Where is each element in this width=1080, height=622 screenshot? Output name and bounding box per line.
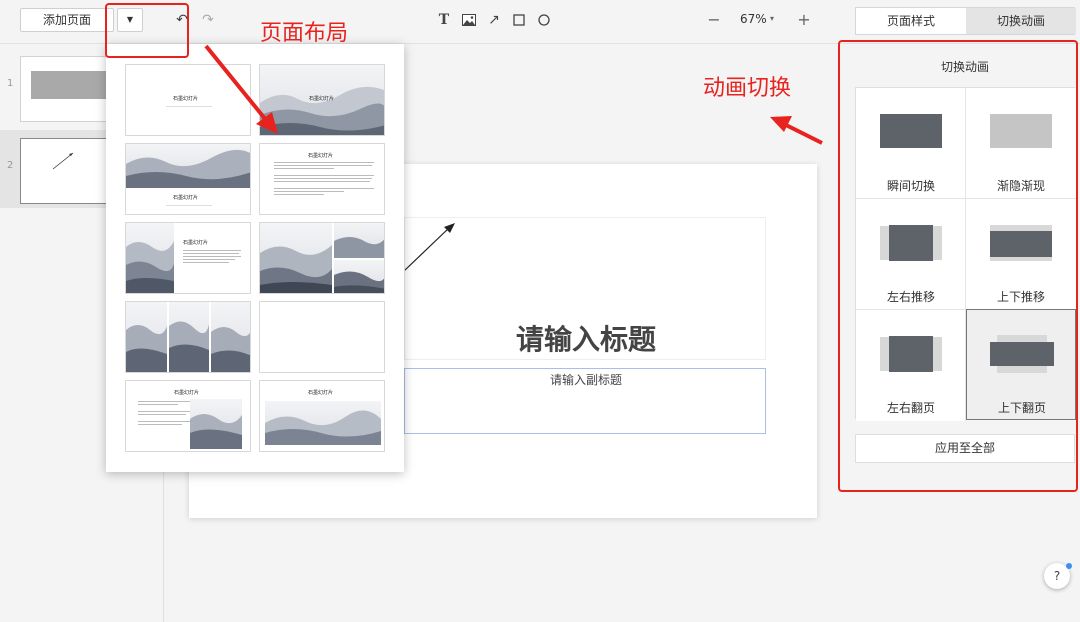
annotation-arrows bbox=[204, 44, 823, 145]
